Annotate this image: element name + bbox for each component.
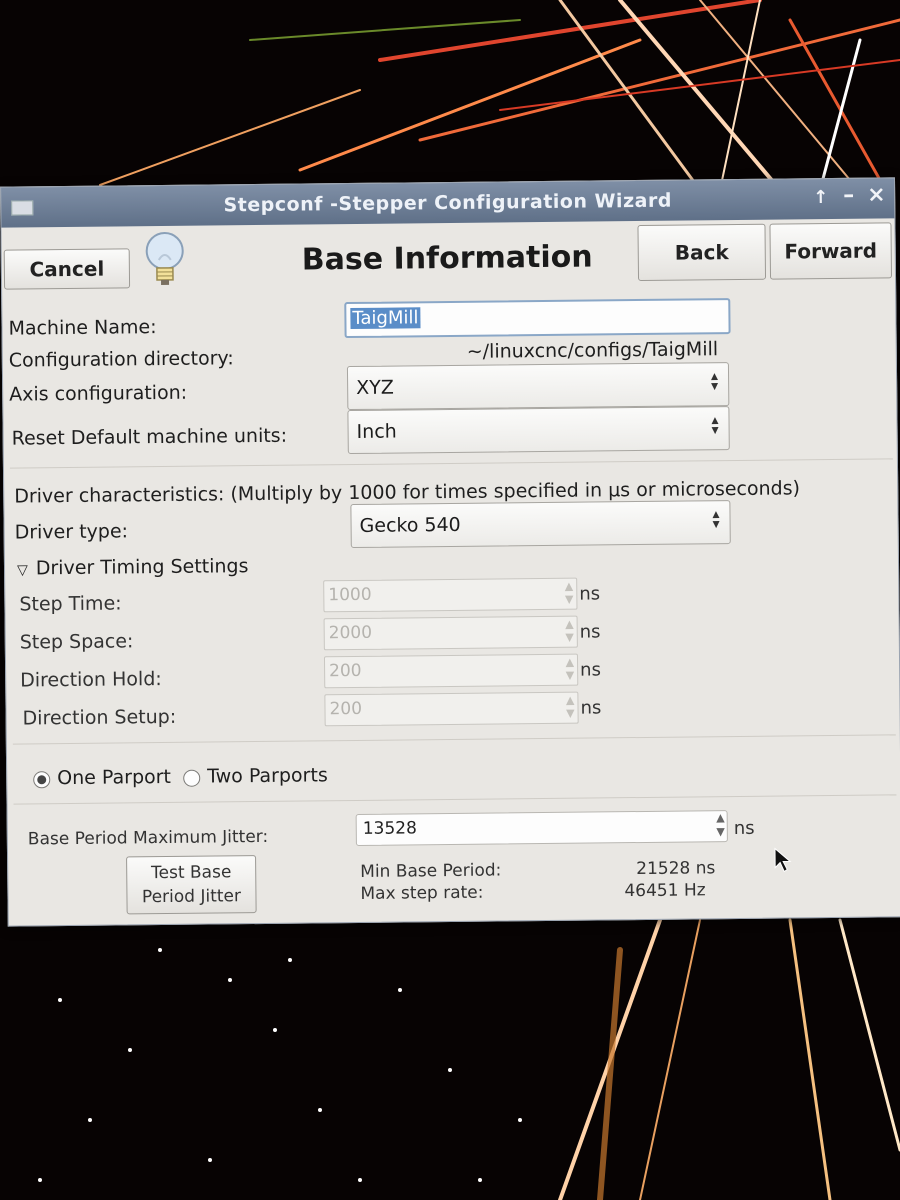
axis-config-select[interactable]: XYZ ▴ ▾ bbox=[346, 362, 730, 411]
select-arrows-icon: ▴ ▾ bbox=[710, 368, 719, 395]
step-time-spinner: 1000 ▲ ▼ bbox=[323, 577, 578, 613]
max-step-rate-value: 46451 Hz bbox=[624, 880, 706, 902]
minimize-icon[interactable]: – bbox=[843, 183, 855, 208]
spin-arrows-icon: ▲ ▼ bbox=[565, 693, 575, 720]
select-arrows-icon: ▴ ▾ bbox=[711, 412, 719, 439]
two-parports-radio[interactable] bbox=[183, 769, 201, 787]
stepconf-window: Stepconf -Stepper Configuration Wizard ↑… bbox=[0, 177, 900, 927]
divider bbox=[12, 734, 896, 745]
back-button[interactable]: Back bbox=[637, 223, 767, 282]
machine-units-value: Inch bbox=[356, 420, 397, 443]
direction-setup-value: 200 bbox=[329, 698, 363, 720]
mouse-cursor-icon bbox=[774, 847, 792, 873]
machine-name-input[interactable]: TaigMill bbox=[344, 298, 731, 339]
cancel-button[interactable]: Cancel bbox=[3, 248, 131, 290]
spin-arrows-icon: ▲ ▼ bbox=[564, 579, 574, 606]
maximize-icon[interactable]: ↑ bbox=[813, 187, 829, 208]
driver-type-value: Gecko 540 bbox=[359, 513, 461, 537]
divider bbox=[13, 794, 897, 805]
config-dir-label: Configuration directory: bbox=[8, 347, 234, 372]
direction-hold-label: Direction Hold: bbox=[20, 668, 162, 692]
one-parport-radio[interactable] bbox=[33, 771, 51, 789]
spin-arrows-icon: ▲ ▼ bbox=[716, 811, 725, 839]
driver-type-label: Driver type: bbox=[14, 520, 129, 544]
driver-timing-expander[interactable]: ▽ Driver Timing Settings bbox=[17, 555, 249, 579]
step-time-value: 1000 bbox=[328, 584, 372, 606]
select-arrows-icon: ▴ ▾ bbox=[712, 506, 720, 533]
machine-name-value: TaigMill bbox=[350, 307, 421, 330]
spin-arrows-icon: ▲ ▼ bbox=[565, 655, 575, 682]
direction-setup-unit: ns bbox=[580, 697, 602, 719]
machine-units-label: Reset Default machine units: bbox=[11, 424, 288, 450]
window-title: Stepconf -Stepper Configuration Wizard bbox=[223, 189, 672, 217]
direction-hold-value: 200 bbox=[329, 660, 362, 682]
page-title: Base Information bbox=[301, 239, 593, 278]
title-bar[interactable]: Stepconf -Stepper Configuration Wizard ↑… bbox=[1, 178, 895, 228]
base-jitter-label: Base Period Maximum Jitter: bbox=[27, 826, 269, 850]
step-space-value: 2000 bbox=[328, 622, 373, 644]
one-parport-label: One Parport bbox=[57, 765, 172, 790]
step-space-label: Step Space: bbox=[19, 630, 134, 654]
axis-config-label: Axis configuration: bbox=[9, 381, 188, 406]
step-space-unit: ns bbox=[579, 621, 601, 643]
min-base-period-label: Min Base Period: bbox=[360, 860, 502, 882]
machine-name-label: Machine Name: bbox=[8, 316, 157, 340]
forward-button[interactable]: Forward bbox=[769, 222, 893, 280]
step-time-label: Step Time: bbox=[19, 592, 122, 616]
spin-arrows-icon: ▲ ▼ bbox=[565, 617, 574, 644]
two-parports-label: Two Parports bbox=[207, 764, 328, 788]
min-base-period-value: 21528 ns bbox=[636, 858, 716, 880]
lightbulb-icon bbox=[145, 231, 184, 286]
base-jitter-input[interactable]: 13528 ▲ ▼ bbox=[355, 810, 728, 846]
expander-triangle-icon: ▽ bbox=[16, 562, 28, 579]
close-icon[interactable]: × bbox=[867, 182, 886, 207]
driver-timing-label: Driver Timing Settings bbox=[35, 555, 249, 580]
test-base-period-jitter-button[interactable]: Test Base Period Jitter bbox=[126, 855, 257, 915]
step-space-spinner: 2000 ▲ ▼ bbox=[323, 615, 578, 651]
axis-config-value: XYZ bbox=[356, 376, 394, 399]
config-dir-value: ~/linuxcnc/configs/TaigMill bbox=[466, 338, 719, 363]
divider bbox=[9, 458, 893, 469]
step-time-unit: ns bbox=[579, 583, 601, 605]
max-step-rate-label: Max step rate: bbox=[360, 882, 484, 904]
base-jitter-value: 13528 bbox=[362, 818, 417, 839]
direction-hold-spinner: 200 ▲ ▼ bbox=[323, 653, 579, 689]
driver-type-select[interactable]: Gecko 540 ▴ ▾ bbox=[350, 500, 731, 549]
direction-setup-spinner: 200 ▲ ▼ bbox=[324, 691, 579, 727]
direction-setup-label: Direction Setup: bbox=[22, 705, 177, 730]
base-jitter-unit: ns bbox=[733, 817, 755, 840]
machine-units-select[interactable]: Inch ▴ ▾ bbox=[347, 406, 730, 455]
direction-hold-unit: ns bbox=[580, 659, 602, 681]
